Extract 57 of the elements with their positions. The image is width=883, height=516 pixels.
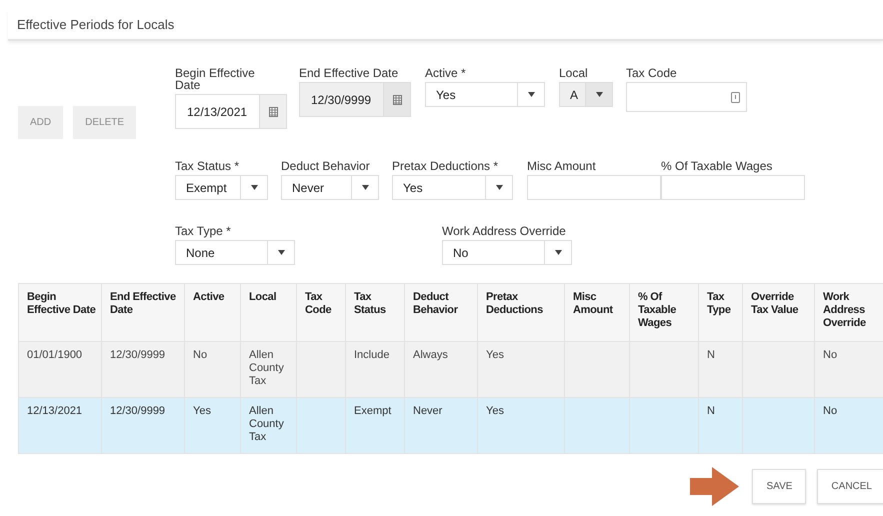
column-header: Override Tax Value	[742, 284, 814, 342]
input-field[interactable]	[626, 82, 747, 112]
panel-title: Effective Periods for Locals	[17, 17, 174, 32]
field-label: Deduct Behavior	[281, 160, 371, 172]
cancel-button[interactable]: CANCEL	[817, 469, 883, 504]
column-header: % Of Taxable Wages	[630, 284, 698, 342]
table-cell: Never	[404, 398, 478, 454]
calendar-icon[interactable]	[268, 106, 278, 116]
caret-icon	[554, 250, 562, 255]
dropdown[interactable]: None	[175, 240, 295, 265]
dropdown[interactable]: Exempt	[175, 175, 268, 200]
field-label: Begin Effective Date	[175, 67, 256, 91]
caret-icon	[362, 185, 368, 190]
caret-icon	[278, 250, 284, 255]
caret-icon	[250, 185, 258, 190]
column-header: Local	[240, 284, 296, 342]
column-header: Begin Effective Date	[18, 284, 102, 342]
table-cell: 12/13/2021	[18, 398, 102, 454]
table-cell: Yes	[184, 398, 240, 454]
column-header: Misc Amount	[564, 284, 630, 342]
date-field[interactable]: 12/13/2021	[175, 94, 287, 129]
field-label: Pretax Deductions *	[392, 160, 500, 172]
column-header: Active	[184, 284, 240, 342]
table-cell: N	[698, 398, 742, 454]
field-label: Tax Code	[626, 67, 678, 79]
field-label: Tax Type *	[175, 225, 232, 237]
dropdown[interactable]: Yes	[425, 82, 545, 107]
column-header: Deduct Behavior	[404, 284, 478, 342]
caret-icon	[596, 92, 602, 97]
dropdown[interactable]: No	[442, 240, 572, 265]
input-field[interactable]	[661, 175, 805, 200]
column-header: Tax Code	[296, 284, 346, 342]
table-row[interactable]: 12/13/2021 12/30/9999 Yes Allen County Tax Exempt Never Yes N No	[18, 398, 883, 454]
field-label: Local	[559, 67, 589, 79]
column-header: End Effective Date	[102, 284, 184, 342]
table-cell: Exempt	[346, 398, 404, 454]
dropdown[interactable]: Yes	[392, 175, 513, 200]
input-field[interactable]	[527, 175, 661, 200]
caret-icon	[528, 92, 534, 97]
field-label: Active *	[425, 67, 467, 79]
column-header: Pretax Deductions	[478, 284, 564, 342]
field-label: Tax Status *	[175, 160, 240, 172]
lookup-icon[interactable]	[731, 92, 740, 102]
field-label: End Effective Date	[299, 67, 400, 79]
dropdown[interactable]: Never	[281, 175, 379, 200]
table-cell: Yes	[478, 398, 564, 454]
table-row[interactable]: 01/01/1900 12/30/9999 No Allen County Tax Include Always Yes N No	[18, 342, 883, 398]
column-header: Tax Type	[698, 284, 742, 342]
field-label: % Of Taxable Wages	[661, 160, 774, 172]
column-header: Tax Status	[346, 284, 404, 342]
save-button[interactable]: SAVE	[752, 469, 806, 504]
table-cell: Allen County Tax	[240, 398, 296, 454]
caret-icon	[496, 185, 502, 190]
field-label: Work Address Override	[442, 225, 567, 237]
column-header: Work Address Override	[814, 284, 883, 342]
field-label: Misc Amount	[527, 160, 597, 172]
table-cell: 12/30/9999	[102, 398, 184, 454]
